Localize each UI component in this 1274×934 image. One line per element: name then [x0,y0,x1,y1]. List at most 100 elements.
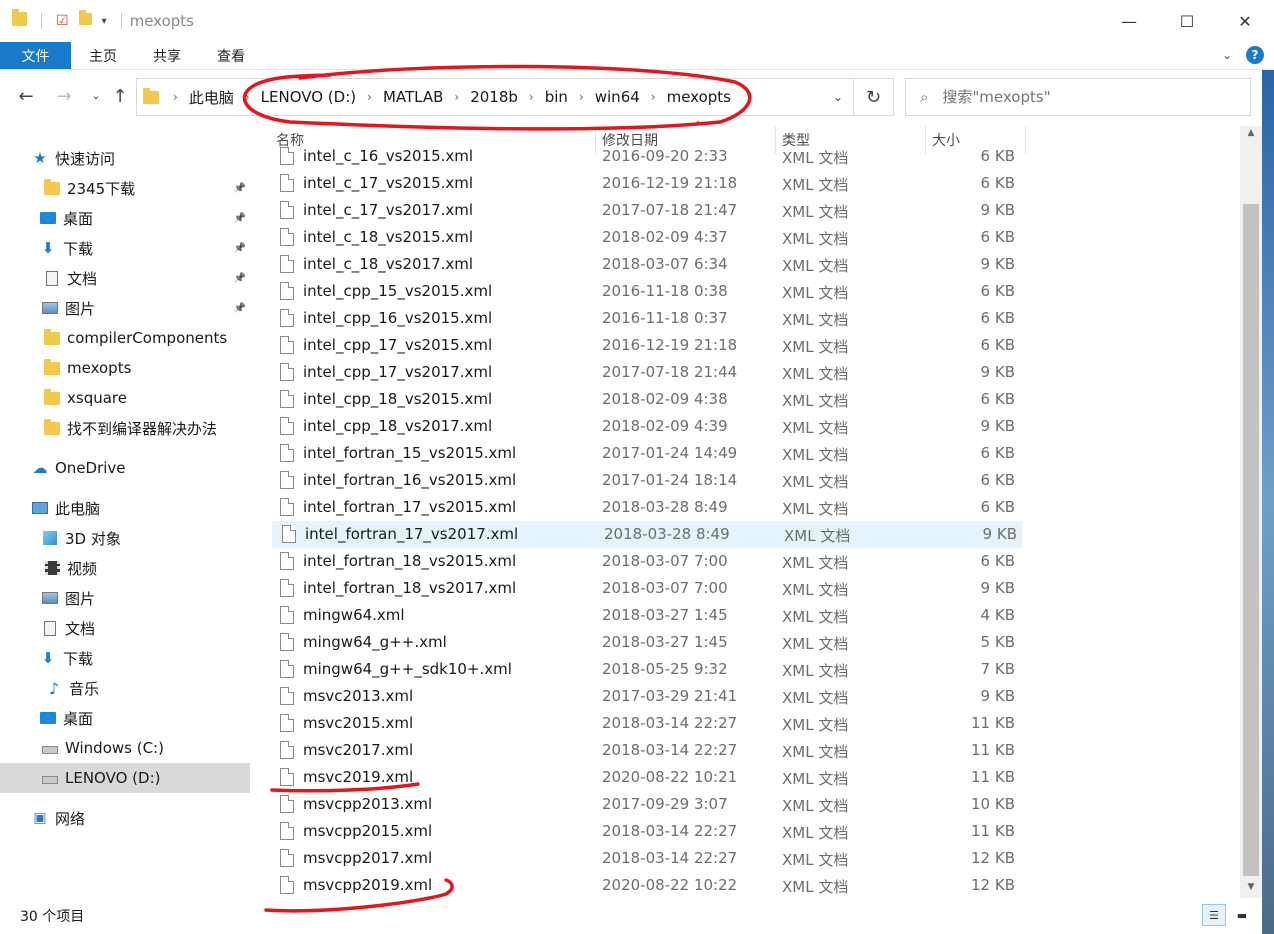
sidebar-item[interactable]: 文档 [0,613,250,643]
table-row[interactable]: msvcpp2013.xml 2017-09-29 3:07 XML 文档 10 KB [270,791,1020,818]
sidebar-item[interactable]: 图片 [0,583,250,613]
sidebar-item[interactable]: ♪ 音乐 [0,673,250,703]
minimize-button[interactable]: — [1100,0,1158,42]
up-arrow-icon[interactable]: ↑ [108,86,132,107]
customize-toolbar-icon[interactable]: ▾ [102,16,107,27]
back-arrow-icon[interactable]: ← [14,86,38,107]
expand-ribbon-icon[interactable]: ⌄ [1222,48,1232,62]
xml-file-icon [280,768,294,786]
sidebar-item[interactable]: mexopts [0,353,250,383]
sidebar-item[interactable]: 此电脑 [0,493,250,523]
chevron-right-icon[interactable]: › [361,90,378,104]
search-input[interactable] [942,88,1223,106]
help-icon[interactable]: ? [1246,46,1264,64]
table-row[interactable]: intel_c_16_vs2015.xml 2016-09-20 2:33 XML … [270,146,1020,170]
recent-locations-chevron-icon[interactable]: ⌄ [84,89,108,102]
sidebar-item[interactable]: 2345下载 📌 [0,173,250,203]
sidebar-item[interactable]: 找不到编译器解决办法 [0,413,250,443]
table-row[interactable]: intel_c_18_vs2015.xml 2018-02-09 4:37 XML … [270,224,1020,251]
table-row[interactable]: mingw64.xml 2018-03-27 1:45 XML 文档 4 KB [270,602,1020,629]
table-row[interactable]: msvc2019.xml 2020-08-22 10:21 XML 文档 11 KB [270,764,1020,791]
vertical-scrollbar[interactable]: ▲ ▼ [1240,126,1262,898]
table-row[interactable]: intel_c_17_vs2015.xml 2016-12-19 21:18 XML… [270,170,1020,197]
table-row[interactable]: intel_cpp_17_vs2017.xml 2017-07-18 21:44 X… [270,359,1020,386]
table-row[interactable]: msvcpp2019.xml 2020-08-22 10:22 XML 文档 12 K… [270,872,1020,898]
table-row[interactable]: mingw64_g++_sdk10+.xml 2018-05-25 9:32 XML… [270,656,1020,683]
details-view-button[interactable]: ☰ [1202,904,1226,926]
table-row[interactable]: msvcpp2017.xml 2018-03-14 22:27 XML 文档 12 K… [270,845,1020,872]
properties-icon[interactable]: ☑ [56,13,69,29]
chevron-right-icon[interactable]: › [448,90,465,104]
table-row[interactable]: intel_fortran_16_vs2015.xml 2017-01-24 18… [270,467,1020,494]
table-row[interactable]: intel_fortran_18_vs2015.xml 2018-03-07 7:… [270,548,1020,575]
breadcrumb-this-pc[interactable]: 此电脑 [184,87,239,108]
chevron-right-icon[interactable]: › [523,90,540,104]
sidebar-item[interactable]: ⬇ 下载 📌 [0,233,250,263]
new-folder-icon[interactable] [78,10,92,29]
breadcrumb-2018b[interactable]: 2018b [465,88,523,106]
address-bar[interactable]: › 此电脑 › LENOVO (D:) › MATLAB › 2018b › b… [136,78,854,116]
table-row[interactable]: intel_fortran_17_vs2015.xml 2018-03-28 8:… [270,494,1020,521]
sidebar-item[interactable]: compilerComponents [0,323,250,353]
table-row[interactable]: intel_fortran_18_vs2017.xml 2018-03-07 7:… [270,575,1020,602]
sidebar-item[interactable]: 文档 📌 [0,263,250,293]
table-row[interactable]: intel_fortran_15_vs2015.xml 2017-01-24 14… [270,440,1020,467]
pin-icon[interactable]: 📌 [234,243,246,254]
large-icons-view-button[interactable]: ▬ [1230,904,1254,926]
breadcrumb-lenovo-d[interactable]: LENOVO (D:) [256,88,361,106]
refresh-button[interactable]: ↻ [854,78,894,116]
pin-icon[interactable]: 📌 [234,273,246,284]
breadcrumb-mexopts[interactable]: mexopts [662,88,736,106]
chevron-right-icon[interactable]: › [645,90,662,104]
sidebar-item[interactable]: ☁ OneDrive [0,453,250,483]
chevron-right-icon[interactable]: › [239,90,256,104]
xml-file-icon [280,660,294,678]
table-row[interactable]: msvcpp2015.xml 2018-03-14 22:27 XML 文档 11 K… [270,818,1020,845]
forward-arrow-icon[interactable]: → [52,86,76,107]
breadcrumb-win64[interactable]: win64 [590,88,645,106]
table-row[interactable]: intel_c_18_vs2017.xml 2018-03-07 6:34 XML … [270,251,1020,278]
window-title: mexopts [129,12,194,30]
pin-icon[interactable]: 📌 [234,303,246,314]
sidebar-item[interactable]: LENOVO (D:) [0,763,250,793]
sidebar-item[interactable]: 视频 [0,553,250,583]
sidebar-item[interactable]: 3D 对象 [0,523,250,553]
tab-view[interactable]: 查看 [199,42,263,69]
sidebar-item[interactable]: ▣ 网络 [0,803,250,833]
tab-home[interactable]: 主页 [71,42,135,69]
table-row[interactable]: intel_cpp_17_vs2015.xml 2016-12-19 21:18 X… [270,332,1020,359]
maximize-button[interactable]: ☐ [1158,0,1216,42]
table-row[interactable]: intel_cpp_18_vs2017.xml 2018-02-09 4:39 XM… [270,413,1020,440]
pin-icon[interactable]: 📌 [234,183,246,194]
table-row[interactable]: intel_cpp_18_vs2015.xml 2018-02-09 4:38 XM… [270,386,1020,413]
table-row[interactable]: intel_fortran_17_vs2017.xml 2018-03-28 8:… [272,521,1022,548]
table-row[interactable]: msvc2015.xml 2018-03-14 22:27 XML 文档 11 KB [270,710,1020,737]
tab-file[interactable]: 文件 [0,42,71,69]
scrollbar-thumb[interactable] [1243,204,1259,876]
table-row[interactable]: intel_cpp_15_vs2015.xml 2016-11-18 0:38 XM… [270,278,1020,305]
pin-icon[interactable]: 📌 [234,213,246,224]
breadcrumb-bin[interactable]: bin [540,88,573,106]
sidebar-item[interactable]: xsquare [0,383,250,413]
tab-share[interactable]: 共享 [135,42,199,69]
close-button[interactable]: ✕ [1216,0,1274,42]
scroll-up-icon[interactable]: ▲ [1240,128,1262,138]
address-dropdown-icon[interactable]: ⌄ [833,90,843,104]
sidebar-item[interactable]: ⬇ 下载 [0,643,250,673]
search-box[interactable]: ⌕ [905,78,1251,116]
table-row[interactable]: mingw64_g++.xml 2018-03-27 1:45 XML 文档 5 KB [270,629,1020,656]
sidebar-item[interactable]: Windows (C:) [0,733,250,763]
sidebar-item[interactable]: 桌面 [0,703,250,733]
breadcrumb-matlab[interactable]: MATLAB [378,88,448,106]
sidebar-item[interactable]: 图片 📌 [0,293,250,323]
chevron-right-icon[interactable]: › [573,90,590,104]
table-row[interactable]: intel_cpp_16_vs2015.xml 2016-11-18 0:37 XM… [270,305,1020,332]
scroll-down-icon[interactable]: ▼ [1240,882,1262,892]
table-row[interactable]: msvc2013.xml 2017-03-29 21:41 XML 文档 9 KB [270,683,1020,710]
sidebar-item[interactable]: ★ 快速访问 [0,143,250,173]
table-row[interactable]: msvc2017.xml 2018-03-14 22:27 XML 文档 11 KB [270,737,1020,764]
sidebar-item[interactable]: 桌面 📌 [0,203,250,233]
file-size: 9 KB [980,363,1015,381]
table-row[interactable]: intel_c_17_vs2017.xml 2017-07-18 21:47 XML… [270,197,1020,224]
chevron-right-icon[interactable]: › [167,90,184,104]
